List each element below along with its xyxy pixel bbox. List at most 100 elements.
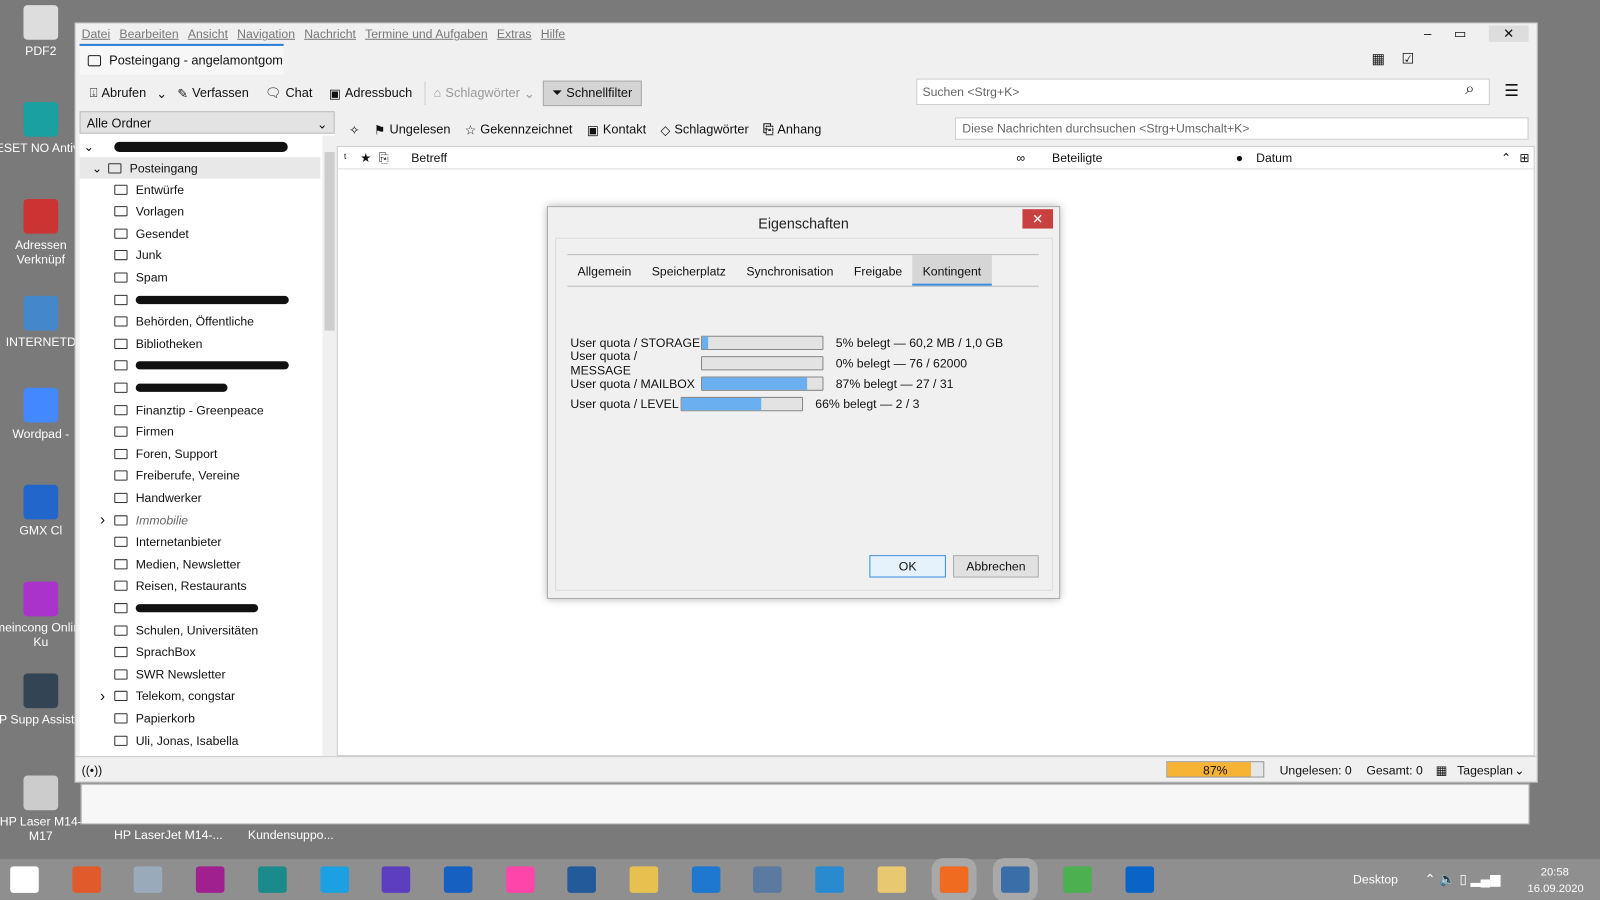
column-betreff[interactable]: Betreff (411, 151, 447, 165)
clock-date[interactable]: 16.09.2020 (1528, 883, 1584, 895)
menu-termine[interactable]: Termine und Aufgaben (365, 27, 488, 41)
folder-item[interactable]: Uli, Jonas, Isabella (80, 730, 321, 751)
folder-item[interactable]: Internetanbieter (80, 531, 321, 552)
filter-anhang[interactable]: ⎘ Anhang (763, 122, 821, 137)
abrufen-button[interactable]: ⍗ Abrufen (82, 81, 155, 104)
quota-meter[interactable]: 87% (1166, 761, 1265, 778)
clock-time[interactable]: 20:58 (1541, 866, 1569, 878)
minimize-button[interactable]: – (1424, 26, 1431, 42)
scrollbar-thumb[interactable] (324, 152, 335, 331)
folder-item[interactable]: Medien, Newsletter (80, 553, 321, 574)
taskbar-app-icon[interactable] (134, 866, 163, 893)
folder-item[interactable]: › Immobilie (80, 509, 321, 530)
desktop-icon[interactable]: HP Laser M14-M17 (0, 775, 92, 843)
calendar-icon[interactable]: ▦ (1372, 50, 1386, 67)
taskbar-app-icon[interactable] (567, 866, 597, 893)
schnellfilter-button[interactable]: ⏷ Schnellfilter (542, 80, 642, 106)
taskbar-app-icon[interactable] (1063, 866, 1092, 893)
menu-hilfe[interactable]: Hilfe (541, 27, 566, 41)
taskbar-app-icon[interactable] (753, 866, 783, 893)
filter-ungelesen[interactable]: ⚑ Ungelesen (374, 122, 451, 137)
folder-item[interactable] (80, 377, 321, 398)
ok-button[interactable]: OK (869, 555, 946, 578)
tray-icons[interactable]: ⌃ 🔈 ▯ ▂▄▆ (1424, 871, 1500, 887)
chat-button[interactable]: 🗨 Chat (257, 81, 321, 104)
desktop-icon-label[interactable]: Kundensuppo... (224, 828, 357, 842)
column-beteiligte[interactable]: Beteiligte (1052, 151, 1102, 165)
folder-item[interactable]: Handwerker (80, 487, 321, 508)
adressbuch-button[interactable]: ▣ Adressbuch (321, 81, 421, 104)
close-window-button[interactable]: ✕ (1488, 25, 1529, 42)
taskbar-app-icon[interactable] (691, 866, 721, 893)
taskbar-app-icon[interactable] (319, 866, 349, 893)
folder-item[interactable]: Finanztip - Greenpeace (80, 399, 321, 420)
folder-item[interactable]: Papierkorb (80, 708, 321, 729)
filter-schlagwoerter[interactable]: ◇ Schlagwörter (660, 122, 748, 137)
verfassen-button[interactable]: ✎ Verfassen (169, 81, 257, 104)
message-search-input[interactable]: Diese Nachrichten durchsuchen <Strg+Umsc… (955, 117, 1529, 140)
expand-icon[interactable]: › (100, 511, 114, 528)
folder-view-select[interactable]: Alle Ordner ⌄ (79, 111, 335, 134)
folder-item[interactable]: Foren, Support (80, 443, 321, 464)
folder-item[interactable]: Vorlagen (80, 201, 321, 222)
attachment-column-icon[interactable]: ⎘ (379, 151, 389, 166)
folder-item[interactable] (80, 597, 321, 618)
taskbar-app-icon[interactable] (815, 866, 844, 893)
folder-item[interactable]: Entwürfe (80, 179, 321, 200)
folder-item[interactable]: Bibliotheken (80, 333, 321, 354)
filter-gekennzeichnet[interactable]: ☆ Gekennzeichnet (465, 122, 573, 137)
folder-item[interactable]: SWR Newsletter (80, 663, 321, 684)
tab-kontingent[interactable]: Kontingent (912, 255, 992, 286)
folder-item[interactable]: SprachBox (80, 641, 321, 662)
taskbar-app-icon[interactable] (629, 866, 659, 893)
expand-icon[interactable]: › (100, 688, 114, 705)
abrufen-dropdown[interactable]: ⌄ (154, 81, 169, 104)
taskbar-app-icon[interactable] (993, 858, 1038, 900)
tagesplan-toggle[interactable]: Tagesplan (1457, 763, 1513, 777)
tasks-icon[interactable]: ☑ (1401, 50, 1414, 67)
tab-posteingang[interactable]: Posteingang - angelamontgom (79, 43, 284, 75)
start-button[interactable] (10, 866, 39, 893)
online-status-icon[interactable]: ((•)) (82, 763, 103, 777)
folder-posteingang[interactable]: ⌄ Posteingang (79, 157, 321, 179)
folder-item[interactable]: Junk (80, 245, 321, 266)
chevron-down-icon[interactable]: ⌄ (1514, 763, 1524, 777)
menu-navigation[interactable]: Navigation (237, 27, 295, 41)
taskbar-app-icon[interactable] (505, 866, 535, 893)
pin-icon[interactable]: ✧ (349, 122, 360, 137)
folder-item[interactable]: Firmen (80, 421, 321, 442)
filter-kontakt[interactable]: ▣ Kontakt (587, 122, 646, 137)
menu-ansicht[interactable]: Ansicht (188, 27, 228, 41)
folder-item[interactable]: Gesendet (80, 223, 321, 244)
thread-icon[interactable]: ᵗ (344, 151, 347, 165)
taskbar-app-icon[interactable] (196, 866, 225, 893)
star-column-icon[interactable]: ★ (360, 151, 371, 165)
menu-hamburger-icon[interactable]: ☰ (1504, 81, 1519, 101)
tab-speicherplatz[interactable]: Speicherplatz (642, 255, 737, 286)
taskbar-app-icon[interactable] (381, 866, 411, 893)
folder-item[interactable] (80, 355, 321, 376)
menu-nachricht[interactable]: Nachricht (304, 27, 356, 41)
folder-item[interactable]: Freiberufe, Vereine (80, 465, 321, 486)
column-picker-icon[interactable]: ⊞ (1519, 151, 1529, 165)
folder-item[interactable] (80, 289, 321, 310)
tab-freigabe[interactable]: Freigabe (844, 255, 913, 286)
tab-synchronisation[interactable]: Synchronisation (736, 255, 844, 286)
taskbar-app-icon[interactable] (1125, 866, 1154, 893)
column-datum[interactable]: Datum (1256, 151, 1292, 165)
search-icon[interactable]: ⌕ (1465, 81, 1474, 99)
taskbar-app-icon[interactable] (72, 866, 101, 893)
taskbar-app-icon[interactable] (931, 858, 977, 900)
folder-item[interactable]: Reisen, Restaurants (80, 575, 321, 596)
cancel-button[interactable]: Abbrechen (953, 555, 1039, 578)
account-row[interactable]: ⌄ (80, 136, 321, 157)
menu-bearbeiten[interactable]: Bearbeiten (119, 27, 178, 41)
desktop-icon-label[interactable]: HP LaserJet M14-... (102, 828, 235, 842)
schlagwoerter-button[interactable]: ⌂ Schlagwörter ⌄ (424, 81, 542, 105)
folder-item[interactable]: Spam (80, 267, 321, 288)
menu-datei[interactable]: Datei (82, 27, 111, 41)
desktop-toolbar-label[interactable]: Desktop (1353, 872, 1398, 886)
taskbar-app-icon[interactable] (877, 866, 906, 893)
folder-item[interactable]: › Telekom, congstar (80, 686, 321, 707)
maximize-button[interactable]: ▭ (1454, 26, 1467, 42)
